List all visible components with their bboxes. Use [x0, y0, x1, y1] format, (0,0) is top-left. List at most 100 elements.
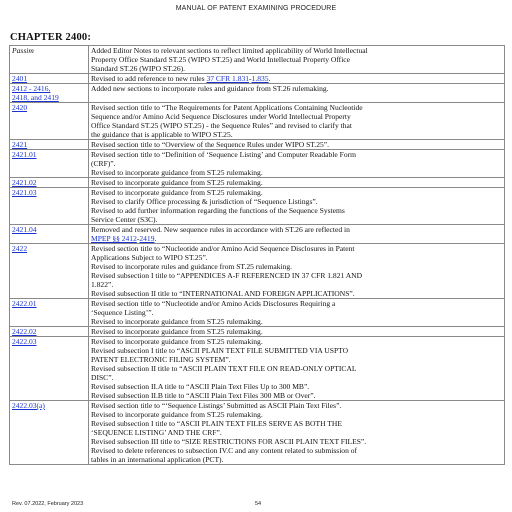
section-number-cell: 2422.02 — [9, 326, 89, 337]
description-line: Applications Subject to WIPO ST.25”. — [91, 253, 502, 262]
description-text: the guidance that is applicable to WIPO … — [91, 130, 233, 139]
description-text: Revised subsection I title to “ASCII PLA… — [91, 346, 349, 355]
description-text: Revised to delete references to subsecti… — [91, 446, 358, 455]
change-description-cell: Revised to incorporate guidance from ST.… — [88, 326, 505, 337]
page-number: 54 — [255, 501, 262, 507]
table-row: 2421.03 Revised to incorporate guidance f… — [9, 187, 505, 225]
section-number-cell: 2420 — [9, 102, 89, 140]
description-line: MPEP §§ 2412-2419. — [91, 234, 502, 243]
description-text: Revised section title to “Nucleotide and… — [91, 299, 336, 308]
description-line: Revised section title to “Nucleotide and… — [91, 299, 502, 308]
section-number-cell: 2401 — [9, 73, 89, 84]
description-text: Revised subsection II.A title to “ASCII … — [91, 382, 310, 391]
description-text: PATENT ELECTRONIC FILING SYSTEM”. — [91, 355, 231, 364]
description-line: 1.822”. — [91, 280, 502, 289]
description-line: Revised subsection II.B title to “ASCII … — [91, 391, 502, 400]
cross-reference-link[interactable]: 2419 — [139, 234, 154, 243]
table-row: 2421.01 Revised section title to “Definit… — [9, 149, 505, 178]
table-row: 2422.03(a) Revised section title to “‘Seq… — [9, 400, 505, 465]
description-text: Revised section title to “Overview of th… — [91, 140, 330, 149]
description-line: Added Editor Notes to relevant sections … — [91, 46, 502, 55]
section-link[interactable]: 2412 - 2416, — [12, 84, 50, 93]
running-header: MANUAL OF PATENT EXAMINING PROCEDURE — [175, 5, 337, 12]
description-line: Revised subsection III title to “SIZE RE… — [91, 437, 502, 446]
description-line: ‘Sequence Listing’”. — [91, 308, 502, 317]
description-line: Revised to incorporate guidance from ST.… — [91, 188, 502, 197]
cross-reference-link[interactable]: 37 CFR 1.831 — [206, 74, 249, 83]
section-number-cell: Passim — [9, 45, 89, 74]
description-line: Revised section title to “Nucleotide and… — [91, 244, 502, 253]
description-line: Revised subsection I title to “ASCII PLA… — [91, 346, 502, 355]
description-line: Removed and reserved. New sequence rules… — [91, 225, 502, 234]
description-line: Revised to incorporate guidance from ST.… — [91, 168, 502, 177]
section-link[interactable]: 2421.04 — [12, 225, 37, 234]
description-line: Revised subsection II.A title to “ASCII … — [91, 382, 502, 391]
description-line: Revised section title to “Overview of th… — [91, 140, 502, 149]
change-description-cell: Revised section title to “Overview of th… — [88, 139, 505, 150]
change-description-cell: Revised to incorporate guidance from ST.… — [88, 177, 505, 188]
description-text: Revised section title to “The Requiremen… — [91, 103, 363, 112]
passim-label: Passim — [12, 46, 34, 55]
description-text: Revised subsection I title to “ASCII PLA… — [91, 419, 342, 428]
section-link[interactable]: 2420 — [12, 103, 27, 112]
description-text: Sequence and/or Amino Acid Sequence Disc… — [91, 112, 351, 121]
description-text: Revised to clarify Office processing & j… — [91, 197, 318, 206]
section-number-cell: 2421.03 — [9, 187, 89, 225]
table-row: 2422 Revised section title to “Nucleotide… — [9, 243, 505, 299]
section-link[interactable]: 2422.03 — [12, 337, 37, 346]
description-line: Revised to incorporate guidance from ST.… — [91, 317, 502, 326]
section-link[interactable]: 2418, and 2419 — [12, 93, 59, 102]
description-line: Revised subsection I title to “ASCII PLA… — [91, 419, 502, 428]
section-link[interactable]: 2401 — [12, 74, 27, 83]
section-link[interactable]: 2421 — [12, 140, 27, 149]
section-link[interactable]: 2422.03(a) — [12, 401, 45, 410]
description-line: Revised subsection I title to “APPENDICE… — [91, 271, 502, 280]
description-text: ‘Sequence Listing’”. — [91, 308, 154, 317]
section-number-cell: 2422 — [9, 243, 89, 299]
description-text: Revised to incorporate rules and guidanc… — [91, 262, 293, 271]
table-row: 2422.03 Revised to incorporate guidance f… — [9, 336, 505, 401]
description-text: Revised section title to “Nucleotide and… — [91, 244, 355, 253]
revision-label: Rev. 07.2022, February 2023 — [12, 501, 84, 507]
cross-reference-link[interactable]: 1.835 — [252, 74, 269, 83]
section-number-cell: 2421.04 — [9, 224, 89, 244]
description-text: 1.822”. — [91, 280, 114, 289]
change-description-cell: Revised section title to “‘Sequence List… — [88, 400, 505, 465]
table-row: 2412 - 2416, 2418, and 2419 Added new sect… — [9, 83, 505, 103]
change-description-cell: Added Editor Notes to relevant sections … — [88, 45, 505, 74]
description-text: Revised to incorporate guidance from ST.… — [91, 168, 263, 177]
description-text: Revised subsection II.B title to “ASCII … — [91, 391, 316, 400]
section-number-cell: 2422.03 — [9, 336, 89, 401]
description-text: Revised to add reference to new rules — [91, 74, 207, 83]
section-number-cell: 2412 - 2416, 2418, and 2419 — [9, 83, 89, 103]
section-link[interactable]: 2422.01 — [12, 299, 37, 308]
description-line: Revised to clarify Office processing & j… — [91, 197, 502, 206]
section-link[interactable]: 2421.02 — [12, 178, 37, 187]
description-line: Property Office Standard ST.25 (WIPO ST.… — [91, 55, 502, 64]
section-link[interactable]: 2422.02 — [12, 327, 37, 336]
section-number-cell: 2422.01 — [9, 298, 89, 327]
description-text: . — [154, 234, 157, 243]
description-line: tables in an international application (… — [91, 455, 502, 464]
description-text: Standard ST.26 (WIPO ST.26). — [91, 64, 186, 73]
description-text: Revised to add further information regar… — [91, 206, 345, 215]
cross-reference-link[interactable]: MPEP §§ 2412 — [91, 234, 137, 243]
chapter-title: CHAPTER 2400: — [10, 32, 92, 43]
change-summary-rows: Passim Added Editor Notes to relevant sec… — [9, 45, 505, 465]
table-row: Passim Added Editor Notes to relevant sec… — [9, 45, 505, 74]
description-text: Added Editor Notes to relevant sections … — [91, 46, 368, 55]
description-text: Revised subsection II title to “INTERNAT… — [91, 289, 355, 298]
description-text: Added new sections to incorporate rules … — [91, 84, 329, 93]
description-text: DISC”. — [91, 373, 114, 382]
description-text: Revised to incorporate guidance from ST.… — [91, 337, 263, 346]
section-link[interactable]: 2422 — [12, 244, 27, 253]
description-line: Revised to add reference to new rules 37… — [91, 74, 502, 83]
change-description-cell: Added new sections to incorporate rules … — [88, 83, 505, 103]
section-link[interactable]: 2421.03 — [12, 188, 37, 197]
description-text: tables in an international application (… — [91, 455, 224, 464]
change-description-cell: Removed and reserved. New sequence rules… — [88, 224, 505, 244]
change-description-cell: Revised section title to “The Requiremen… — [88, 102, 505, 140]
description-line: (CRF)”. — [91, 159, 502, 168]
table-row: 2421 Revised section title to “Overview o… — [9, 139, 505, 150]
section-link[interactable]: 2421.01 — [12, 150, 37, 159]
